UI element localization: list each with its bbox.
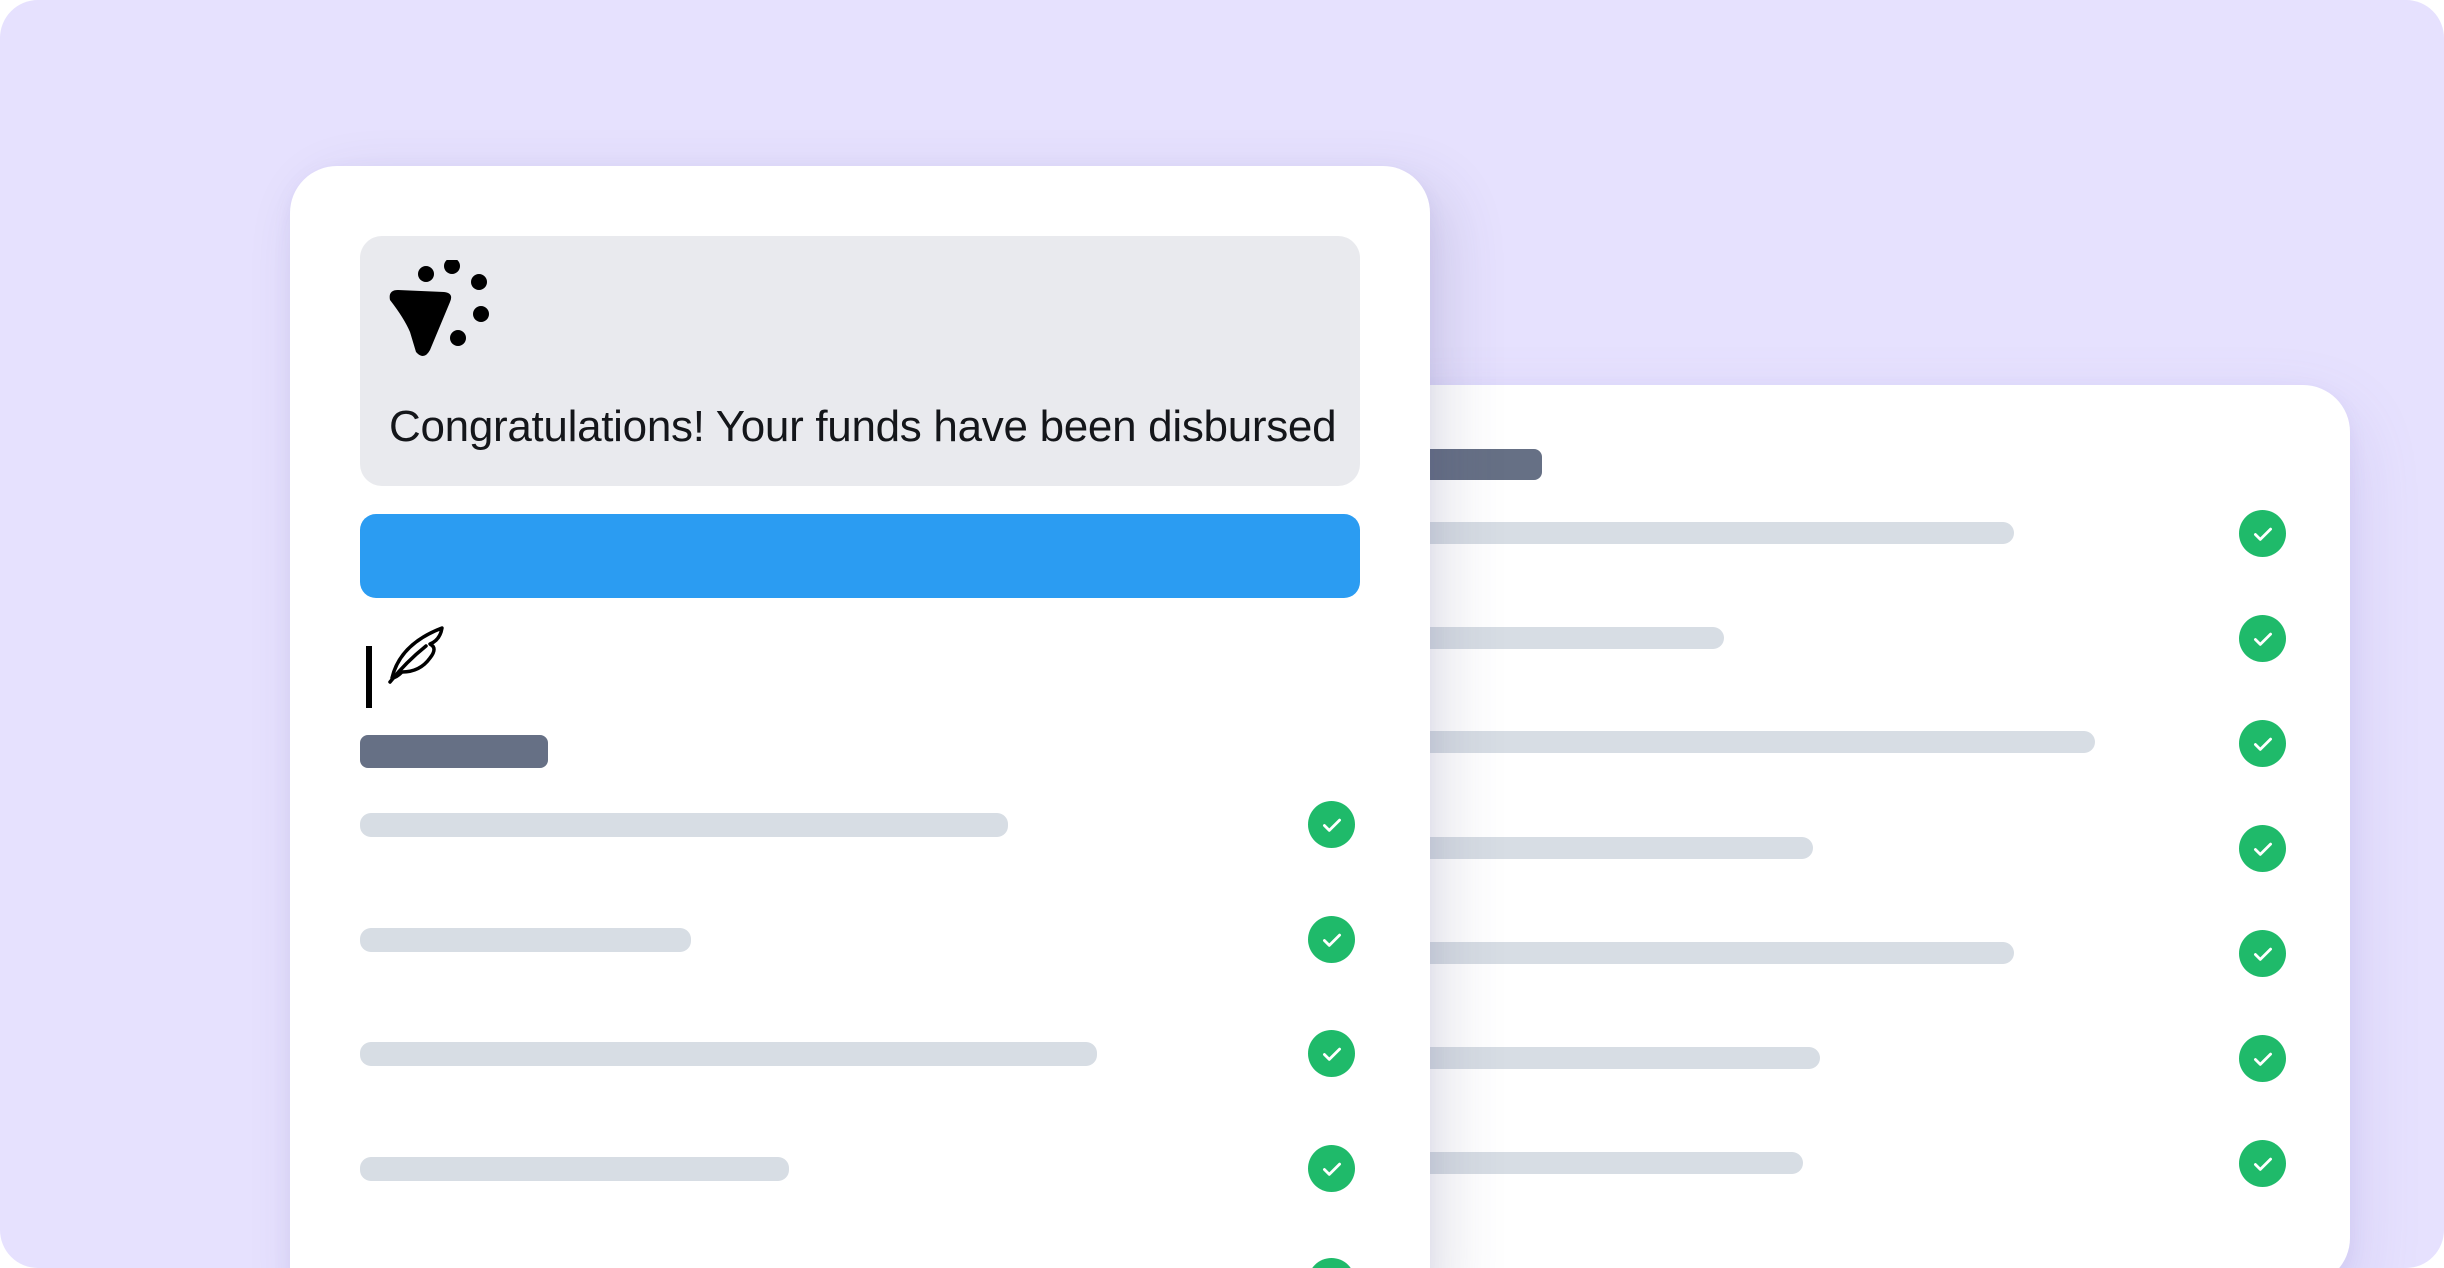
list-item-placeholder: [1410, 731, 2095, 753]
list-item-placeholder: [1410, 522, 2014, 544]
check-circle-icon: [1308, 801, 1355, 848]
list-item-placeholder: [1410, 837, 1813, 859]
check-circle-icon: [2239, 720, 2286, 767]
list-item-placeholder: [1410, 1152, 1803, 1174]
check-circle-icon: [2239, 1140, 2286, 1187]
party-popper-icon: [389, 260, 489, 357]
checklist-card-back: [1360, 385, 2350, 1268]
list-item-placeholder: [1410, 942, 2014, 964]
success-message: Congratulations! Your funds have been di…: [389, 402, 1337, 451]
check-circle-icon: [1308, 916, 1355, 963]
page-background: Congratulations! Your funds have been di…: [0, 0, 2444, 1268]
quill-signature-icon: [366, 626, 444, 708]
check-circle-icon: [2239, 615, 2286, 662]
success-banner: Congratulations! Your funds have been di…: [360, 236, 1360, 486]
disbursement-card: Congratulations! Your funds have been di…: [290, 166, 1430, 1268]
list-item-placeholder: [360, 928, 691, 952]
list-item-placeholder: [360, 1042, 1097, 1066]
list-item-placeholder: [360, 813, 1008, 837]
list-item-placeholder: [360, 1157, 789, 1181]
check-circle-icon: [1308, 1258, 1355, 1268]
list-item-placeholder: [1410, 627, 1724, 649]
check-circle-icon: [1308, 1030, 1355, 1077]
check-circle-icon: [2239, 825, 2286, 872]
primary-action-button[interactable]: [360, 514, 1360, 598]
check-circle-icon: [2239, 930, 2286, 977]
list-item-placeholder: [1410, 1047, 1820, 1069]
section-heading-placeholder: [360, 735, 548, 768]
check-circle-icon: [2239, 510, 2286, 557]
check-circle-icon: [2239, 1035, 2286, 1082]
check-circle-icon: [1308, 1145, 1355, 1192]
